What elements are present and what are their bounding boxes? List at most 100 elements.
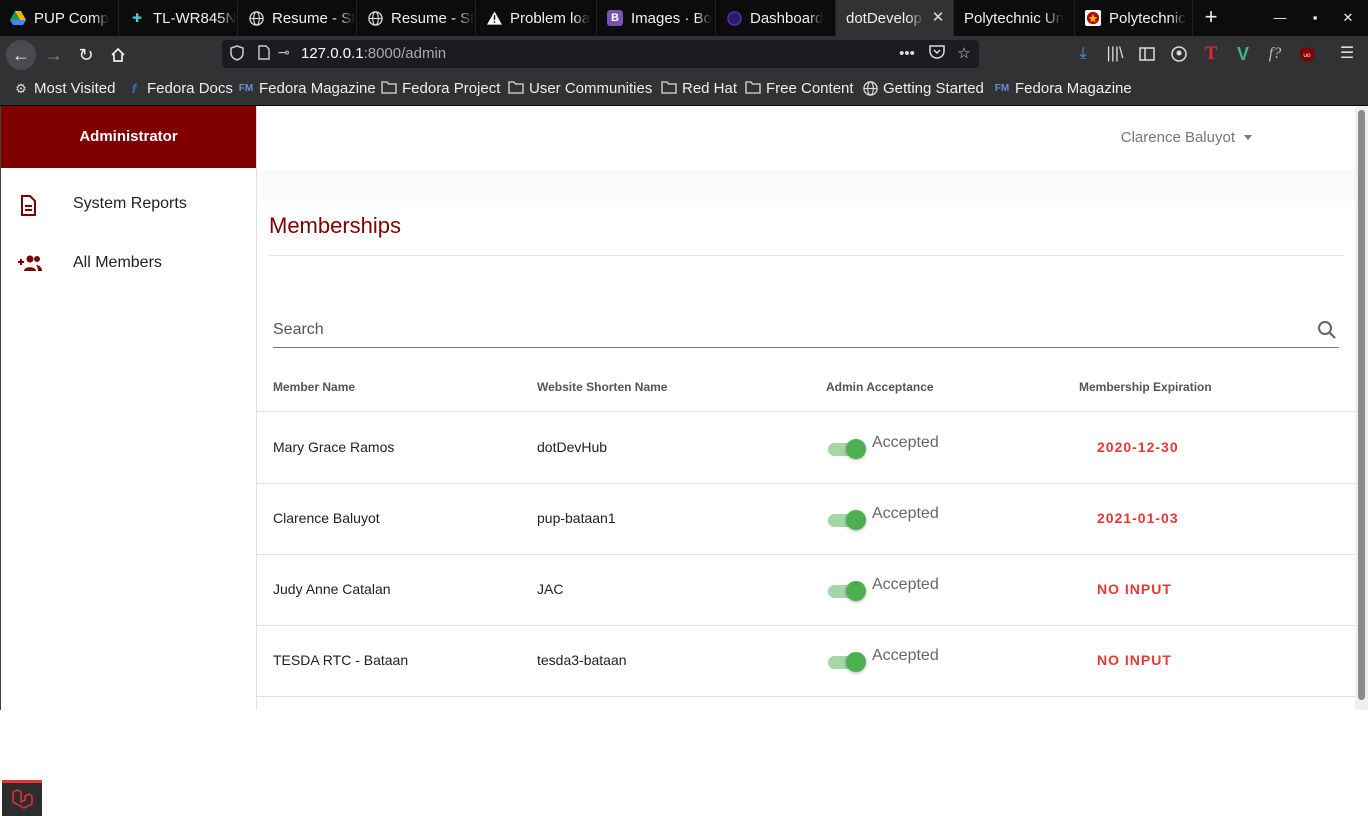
tab-label: Problem loa <box>510 9 591 27</box>
add-group-icon <box>17 253 43 279</box>
table-row: Clarence Baluyot pup-bataan1 Accepted 20… <box>257 484 1355 555</box>
close-window-icon[interactable]: ✕ <box>1338 8 1358 28</box>
tab-label: dotDevelop <box>846 9 922 27</box>
page-actions-icon[interactable]: ••• <box>897 44 917 64</box>
url-host: 127.0.0.1 <box>301 45 364 62</box>
scrollbar-thumb[interactable] <box>1358 110 1365 700</box>
url-path: :8000/admin <box>363 45 447 62</box>
tab-resume-2[interactable]: Resume - St <box>357 0 476 36</box>
extension-t-icon[interactable]: T <box>1200 43 1222 65</box>
folder-icon <box>745 80 761 97</box>
column-header-membership-expiration[interactable]: Membership Expiration <box>1079 380 1212 394</box>
table-row: Judy Anne Catalan JAC Accepted NO INPUT <box>257 555 1355 626</box>
globe-icon <box>367 10 383 26</box>
bookmark-fedora-magazine[interactable]: FM Fedora Magazine <box>238 80 376 97</box>
bookmark-user-communities[interactable]: User Communities <box>508 80 652 97</box>
search-icon[interactable] <box>1317 320 1339 342</box>
divider <box>269 255 1343 256</box>
toggle-knob <box>846 581 866 601</box>
tp-link-icon: ✚ <box>131 11 143 25</box>
column-header-admin-acceptance[interactable]: Admin Acceptance <box>826 380 934 394</box>
acceptance-status: Accepted <box>872 434 939 451</box>
fedora-magazine-icon: FM <box>994 82 1010 94</box>
acceptance-toggle[interactable] <box>828 650 866 672</box>
user-menu-dropdown[interactable]: Clarence Baluyot <box>1121 129 1252 146</box>
key-icon[interactable]: ⊸ <box>278 44 296 60</box>
page-info-icon[interactable] <box>258 45 272 61</box>
bookmark-fedora-project[interactable]: Fedora Project <box>381 80 500 97</box>
table-row: Mary Grace Ramos dotDevHub Accepted 2020… <box>257 413 1355 484</box>
reload-icon[interactable]: ↻ <box>71 40 101 70</box>
bookmark-star-icon[interactable]: ☆ <box>954 44 974 64</box>
formula-icon[interactable]: f? <box>1264 43 1286 65</box>
library-icon[interactable]: |||\ <box>1104 43 1126 65</box>
tab-label: TL-WR845N <box>153 9 237 27</box>
bookmark-label: User Communities <box>529 80 653 97</box>
url-bar[interactable]: ⊸ 127.0.0.1:8000/admin ••• ☆ <box>222 40 979 68</box>
sidebar-toggle-icon[interactable] <box>1136 43 1158 65</box>
tab-resume-1[interactable]: Resume - St <box>238 0 357 36</box>
shield-icon[interactable] <box>230 45 246 61</box>
search-input[interactable] <box>273 314 1293 346</box>
bookmark-fedora-docs[interactable]: f Fedora Docs <box>126 80 233 97</box>
bookmark-label: Red Hat <box>682 80 738 97</box>
google-drive-icon <box>10 10 26 26</box>
tab-label: Polytechnic <box>1109 9 1186 27</box>
acceptance-toggle[interactable] <box>828 437 866 459</box>
website-name: JAC <box>537 581 564 597</box>
minimize-icon[interactable]: — <box>1270 8 1290 28</box>
tab-label: Polytechnic Un <box>964 9 1065 27</box>
laravel-debugbar-icon[interactable] <box>2 780 42 816</box>
memberships-table-card: Member Name Website Shorten Name Admin A… <box>257 284 1355 710</box>
tab-pup-comp[interactable]: PUP Comp <box>0 0 119 36</box>
sidebar-header: Administrator <box>1 106 256 168</box>
tab-problem-loading[interactable]: Problem loa <box>476 0 597 36</box>
sidebar-item-system-reports[interactable]: System Reports <box>1 179 257 229</box>
membership-expiration: NO INPUT <box>1097 652 1172 668</box>
bookmarks-bar: ⚙ Most Visited f Fedora Docs FM Fedora Maga… <box>0 73 1368 106</box>
bookmark-red-hat[interactable]: Red Hat <box>661 80 737 97</box>
tab-polytechnic[interactable]: Polytechnic <box>1075 0 1193 36</box>
bookmark-label: Fedora Docs <box>147 80 233 97</box>
member-name: Judy Anne Catalan <box>273 581 391 597</box>
bookmark-label: Fedora Project <box>402 80 501 97</box>
folder-icon <box>381 80 397 97</box>
acceptance-toggle[interactable] <box>828 508 866 530</box>
tab-polytechnic-un[interactable]: Polytechnic Un <box>954 0 1075 36</box>
pocket-icon[interactable] <box>927 44 947 64</box>
page-scrollbar[interactable] <box>1355 106 1368 710</box>
ublock-icon[interactable]: uo <box>1296 43 1318 65</box>
table-row: TESDA RTC - Bataan tesda3-bataan Accepte… <box>257 626 1355 697</box>
acceptance-toggle[interactable] <box>828 579 866 601</box>
bookmark-fedora-magazine-2[interactable]: FM Fedora Magazine <box>994 80 1132 97</box>
bookmark-free-content[interactable]: Free Content <box>745 80 854 97</box>
tab-dashboard[interactable]: Dashboard <box>716 0 836 36</box>
sidebar: Administrator System Reports All Members <box>0 106 257 816</box>
maximize-icon[interactable]: ▪ <box>1305 8 1325 28</box>
tab-images-bootstrap[interactable]: B Images · Bo <box>597 0 716 36</box>
globe-icon <box>862 80 878 97</box>
forward-arrow-icon[interactable]: → <box>39 40 69 70</box>
vue-devtools-icon[interactable]: V <box>1232 43 1254 65</box>
hamburger-menu-icon[interactable]: ☰ <box>1336 43 1358 65</box>
column-header-member-name[interactable]: Member Name <box>273 380 355 394</box>
pup-icon <box>1085 10 1101 26</box>
acceptance-status: Accepted <box>872 505 939 522</box>
bookmark-most-visited[interactable]: ⚙ Most Visited <box>13 80 115 97</box>
back-arrow-icon[interactable]: ← <box>6 40 36 70</box>
bookmark-getting-started[interactable]: Getting Started <box>862 80 984 97</box>
folder-icon <box>508 80 524 97</box>
account-icon[interactable] <box>1168 43 1190 65</box>
toggle-knob <box>846 652 866 672</box>
sidebar-item-all-members[interactable]: All Members <box>1 238 257 288</box>
tab-tl-wr845n[interactable]: ✚ TL-WR845N <box>119 0 238 36</box>
download-icon[interactable]: ⤓ <box>1072 43 1094 65</box>
acceptance-status: Accepted <box>872 647 939 664</box>
column-header-website[interactable]: Website Shorten Name <box>537 380 667 394</box>
bootstrap-icon: B <box>607 10 623 26</box>
title-card: Memberships <box>257 201 1355 284</box>
tab-dotdevelop-active[interactable]: dotDevelop ✕ <box>836 0 954 36</box>
new-tab-button[interactable]: + <box>1199 5 1223 29</box>
home-icon[interactable] <box>103 40 133 70</box>
close-tab-icon[interactable]: ✕ <box>929 9 947 27</box>
